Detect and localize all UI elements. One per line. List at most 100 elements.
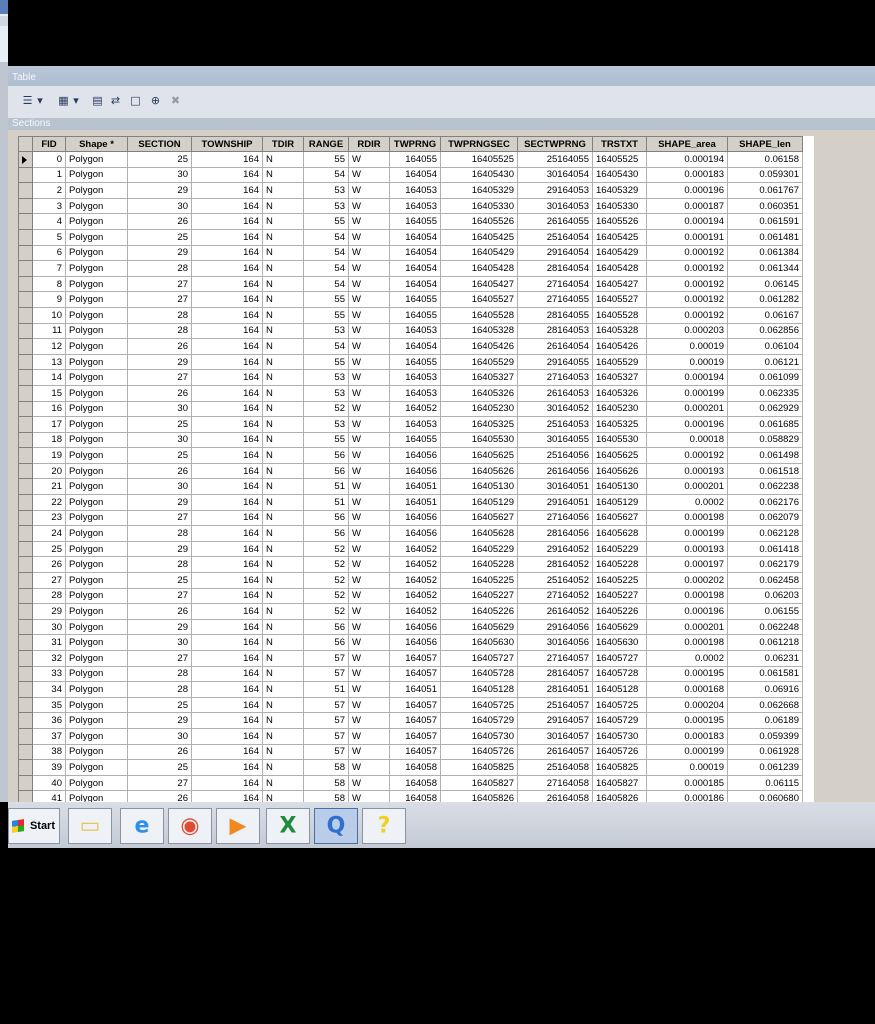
- table-cell[interactable]: 16405528: [440, 306, 518, 324]
- table-cell[interactable]: W: [348, 618, 390, 636]
- table-cell[interactable]: 0.061239: [727, 759, 803, 776]
- table-cell[interactable]: 16405525: [592, 151, 647, 168]
- table-cell[interactable]: 53: [303, 182, 349, 199]
- table-cell[interactable]: 0.061591: [727, 213, 803, 230]
- table-cell[interactable]: 56: [303, 509, 349, 527]
- table-cell[interactable]: 56: [303, 447, 349, 464]
- table-cell[interactable]: 0.061099: [727, 369, 803, 386]
- table-row[interactable]: 18 Polygon 30 164 N 55 W 164055 16405530 30164055…: [18, 431, 803, 449]
- table-cell[interactable]: W: [348, 416, 390, 433]
- current-row-selector[interactable]: [18, 151, 33, 168]
- table-cell[interactable]: 16405428: [440, 260, 518, 277]
- table-cell[interactable]: 29: [127, 540, 192, 558]
- row-selector[interactable]: [18, 291, 33, 308]
- table-cell[interactable]: 164052: [389, 603, 441, 620]
- table-cell[interactable]: 164: [191, 774, 263, 792]
- table-cell[interactable]: 164056: [389, 618, 441, 636]
- table-cell[interactable]: 0.000198: [646, 634, 728, 651]
- table-cell[interactable]: 56: [303, 525, 349, 542]
- table-row[interactable]: 38 Polygon 26 164 N 57 W 164057 16405726 26164057…: [18, 743, 803, 761]
- delete-selected-icon[interactable]: ✖: [168, 94, 183, 107]
- table-row[interactable]: 35 Polygon 25 164 N 57 W 164057 16405725 25164057…: [18, 696, 803, 714]
- table-row[interactable]: 29 Polygon 26 164 N 52 W 164052 16405226 26164052…: [18, 603, 803, 620]
- table-cell[interactable]: W: [348, 540, 390, 558]
- table-cell[interactable]: 28164054: [517, 260, 593, 277]
- table-cell[interactable]: 16405725: [440, 696, 518, 714]
- table-cell[interactable]: 16405529: [440, 353, 518, 371]
- table-cell[interactable]: Polygon: [65, 759, 128, 776]
- table-cell[interactable]: 16405227: [440, 587, 518, 605]
- table-cell[interactable]: 30: [127, 431, 192, 449]
- table-cell[interactable]: 0.000192: [646, 306, 728, 324]
- table-cell[interactable]: 16405425: [440, 228, 518, 246]
- table-cell[interactable]: 164053: [389, 322, 441, 340]
- attribute-table-grid[interactable]: FID Shape * SECTION TOWNSHIP TDIR RANGE RDIR TW…: [18, 136, 814, 802]
- table-cell[interactable]: 16405229: [440, 540, 518, 558]
- table-cell[interactable]: 0.000204: [646, 696, 728, 714]
- table-row[interactable]: 13 Polygon 29 164 N 55 W 164055 16405529 29164055…: [18, 353, 803, 371]
- column-header-range[interactable]: RANGE: [303, 136, 349, 152]
- table-cell[interactable]: 16405325: [440, 416, 518, 433]
- table-cell[interactable]: 53: [303, 197, 349, 215]
- table-cell[interactable]: 16405325: [592, 416, 647, 433]
- table-cell[interactable]: 164: [191, 400, 263, 418]
- table-cell[interactable]: W: [348, 478, 390, 496]
- table-cell[interactable]: 26164055: [517, 213, 593, 230]
- table-cell[interactable]: 16405528: [592, 306, 647, 324]
- row-selector[interactable]: [18, 743, 33, 761]
- table-cell[interactable]: Polygon: [65, 525, 128, 542]
- table-cell[interactable]: 164: [191, 260, 263, 277]
- table-cell[interactable]: 16405730: [592, 727, 647, 745]
- table-cell[interactable]: 0.000203: [646, 322, 728, 340]
- table-cell[interactable]: 10: [32, 306, 66, 324]
- table-cell[interactable]: Polygon: [65, 743, 128, 761]
- table-cell[interactable]: 0.062856: [727, 322, 803, 340]
- table-cell[interactable]: Polygon: [65, 556, 128, 574]
- table-cell[interactable]: 25: [32, 540, 66, 558]
- table-cell[interactable]: 58: [303, 790, 349, 802]
- table-cell[interactable]: 27164057: [517, 650, 593, 667]
- table-cell[interactable]: N: [262, 213, 304, 230]
- table-cell[interactable]: 164053: [389, 416, 441, 433]
- table-cell[interactable]: 0.000191: [646, 228, 728, 246]
- column-header-shape-len[interactable]: SHAPE_len: [727, 136, 803, 152]
- table-cell[interactable]: 2: [32, 182, 66, 199]
- table-cell[interactable]: 16405825: [592, 759, 647, 776]
- table-row[interactable]: 10 Polygon 28 164 N 55 W 164055 16405528 28164055…: [18, 306, 803, 324]
- table-cell[interactable]: 16405225: [440, 572, 518, 589]
- table-cell[interactable]: N: [262, 603, 304, 620]
- table-cell[interactable]: 27: [127, 291, 192, 308]
- table-cell[interactable]: N: [262, 244, 304, 262]
- table-cell[interactable]: 164054: [389, 228, 441, 246]
- table-cell[interactable]: 0.061518: [727, 462, 803, 480]
- table-cell[interactable]: Polygon: [65, 431, 128, 449]
- table-cell[interactable]: 0.00019: [646, 353, 728, 371]
- table-cell[interactable]: 0.00018: [646, 431, 728, 449]
- column-header-tdir[interactable]: TDIR: [262, 136, 304, 152]
- table-cell[interactable]: 29164056: [517, 618, 593, 636]
- zoom-to-selected-icon[interactable]: ⊕: [148, 94, 163, 107]
- row-selector[interactable]: [18, 400, 33, 418]
- table-cell[interactable]: 0.061581: [727, 665, 803, 683]
- table-cell[interactable]: 16405826: [592, 790, 647, 802]
- table-cell[interactable]: 29164054: [517, 244, 593, 262]
- table-cell[interactable]: N: [262, 556, 304, 574]
- table-cell[interactable]: 25: [127, 572, 192, 589]
- table-cell[interactable]: W: [348, 603, 390, 620]
- table-cell[interactable]: Polygon: [65, 712, 128, 729]
- row-selector[interactable]: [18, 650, 33, 667]
- table-cell[interactable]: 16405529: [592, 353, 647, 371]
- table-cell[interactable]: 0.062079: [727, 509, 803, 527]
- table-cell[interactable]: 0.059301: [727, 166, 803, 184]
- table-cell[interactable]: 0.062668: [727, 696, 803, 714]
- table-cell[interactable]: 16405427: [440, 275, 518, 293]
- table-cell[interactable]: 0.000196: [646, 182, 728, 199]
- table-cell[interactable]: 55: [303, 291, 349, 308]
- table-cell[interactable]: 16405227: [592, 587, 647, 605]
- row-selector[interactable]: [18, 525, 33, 542]
- table-cell[interactable]: 164054: [389, 260, 441, 277]
- table-cell[interactable]: 164: [191, 447, 263, 464]
- table-cell[interactable]: 16405625: [440, 447, 518, 464]
- table-row[interactable]: 19 Polygon 25 164 N 56 W 164056 16405625 25164056…: [18, 447, 803, 464]
- table-cell[interactable]: 30: [127, 166, 192, 184]
